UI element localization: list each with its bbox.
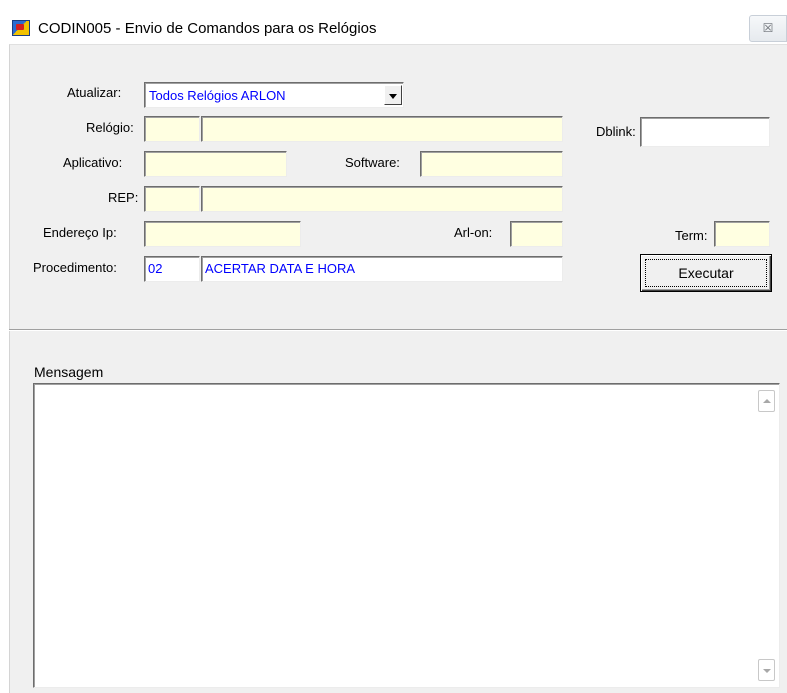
procedimento-label: Procedimento: bbox=[33, 260, 117, 275]
rep-code-field[interactable] bbox=[144, 186, 200, 212]
relogio-code-field[interactable] bbox=[144, 116, 200, 142]
rep-description-field[interactable] bbox=[201, 186, 563, 212]
atualizar-label: Atualizar: bbox=[67, 85, 122, 100]
atualizar-select[interactable]: Todos Relógios ARLON bbox=[144, 82, 404, 108]
mensagem-label: Mensagem bbox=[34, 364, 104, 380]
software-field[interactable] bbox=[420, 151, 563, 177]
endereco-ip-label: Endereço Ip: bbox=[43, 225, 117, 240]
atualizar-selected-value: Todos Relógios ARLON bbox=[149, 88, 286, 103]
arrow-up-icon bbox=[763, 399, 771, 403]
close-button[interactable]: ☒ bbox=[749, 15, 787, 42]
relogio-description-field[interactable] bbox=[201, 116, 563, 142]
aplicativo-field[interactable] bbox=[144, 151, 287, 177]
title-bar: CODIN005 - Envio de Comandos para os Rel… bbox=[0, 0, 787, 44]
chevron-down-icon bbox=[389, 94, 397, 99]
software-label: Software: bbox=[345, 155, 400, 170]
executar-button[interactable]: Executar bbox=[640, 254, 772, 292]
atualizar-dropdown-button[interactable] bbox=[384, 85, 402, 105]
window-title: CODIN005 - Envio de Comandos para os Rel… bbox=[38, 20, 377, 37]
term-field[interactable] bbox=[714, 221, 770, 247]
scroll-up-button[interactable] bbox=[758, 390, 775, 412]
arlon-label: Arl-on: bbox=[454, 225, 493, 240]
arlon-field[interactable] bbox=[510, 221, 563, 247]
term-label: Term: bbox=[675, 228, 708, 243]
dblink-label: Dblink: bbox=[596, 124, 636, 139]
relogio-label: Relógio: bbox=[86, 120, 134, 135]
endereco-ip-field[interactable] bbox=[144, 221, 301, 247]
dblink-field[interactable] bbox=[640, 117, 770, 147]
scroll-down-button[interactable] bbox=[758, 659, 775, 681]
rep-label: REP: bbox=[108, 190, 139, 205]
procedimento-code-field[interactable]: 02 bbox=[144, 256, 200, 282]
app-window-icon bbox=[12, 20, 30, 36]
arrow-down-icon bbox=[763, 669, 771, 673]
procedimento-description-field[interactable]: ACERTAR DATA E HORA bbox=[201, 256, 563, 282]
aplicativo-label: Aplicativo: bbox=[63, 155, 123, 170]
mensagem-textarea[interactable] bbox=[33, 383, 780, 688]
focus-rectangle bbox=[645, 259, 767, 287]
